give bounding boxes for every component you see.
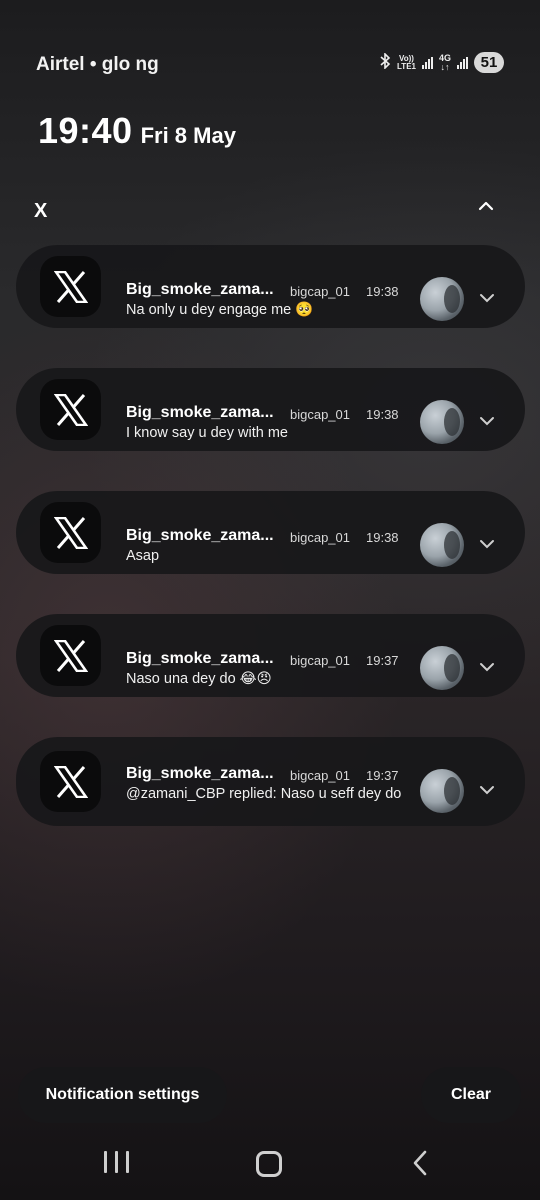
notification-card[interactable]: Big_smoke_zama... bigcap_01 19:38 Asap <box>16 491 525 574</box>
network-4g-indicator: 4G ↓↑ <box>438 52 451 72</box>
volte-indicator: Vo)) LTE1 <box>397 53 416 71</box>
avatar <box>420 769 464 813</box>
app-group-header[interactable]: X <box>34 196 496 226</box>
notification-settings-button[interactable]: Notification settings <box>18 1067 227 1123</box>
notification-message: @zamani_CBP replied: Naso u seff dey do <box>126 786 402 802</box>
x-app-icon <box>40 379 101 440</box>
bluetooth-icon <box>379 52 391 72</box>
avatar <box>420 277 464 321</box>
notification-handle: bigcap_01 <box>290 768 350 783</box>
x-app-icon <box>40 502 101 563</box>
chevron-down-icon[interactable] <box>478 660 496 678</box>
notification-handle: bigcap_01 <box>290 284 350 299</box>
notification-handle: bigcap_01 <box>290 653 350 668</box>
notification-card[interactable]: Big_smoke_zama... bigcap_01 19:38 I know… <box>16 368 525 451</box>
avatar <box>420 523 464 567</box>
recents-icon[interactable] <box>104 1151 129 1173</box>
x-app-icon <box>40 256 101 317</box>
navigation-bar <box>0 1143 540 1183</box>
notification-card[interactable]: Big_smoke_zama... bigcap_01 19:38 Na onl… <box>16 245 525 328</box>
notification-card[interactable]: Big_smoke_zama... bigcap_01 19:37 @zaman… <box>16 737 525 826</box>
notification-message: Naso una dey do 😂😠 <box>126 671 272 687</box>
clock: 19:40 Fri 8 May <box>38 110 236 152</box>
x-app-icon <box>40 625 101 686</box>
battery-icon: 51 <box>474 52 504 73</box>
notification-message: I know say u dey with me <box>126 425 288 441</box>
notification-title: Big_smoke_zama... <box>126 650 274 667</box>
status-icons: Vo)) LTE1 4G ↓↑ 51 <box>379 52 504 73</box>
notification-card[interactable]: Big_smoke_zama... bigcap_01 19:37 Naso u… <box>16 614 525 697</box>
notification-handle: bigcap_01 <box>290 407 350 422</box>
signal-icon <box>457 56 468 69</box>
status-bar: Airtel • glo ng Vo)) LTE1 4G ↓↑ 51 <box>36 52 504 82</box>
app-group-name: X <box>34 200 48 222</box>
notification-title: Big_smoke_zama... <box>126 527 274 544</box>
notification-time: 19:37 <box>366 653 399 668</box>
chevron-down-icon[interactable] <box>478 537 496 555</box>
notification-time: 19:38 <box>366 407 399 422</box>
notification-message: Asap <box>126 548 160 564</box>
carrier-label: Airtel • glo ng <box>36 54 159 75</box>
chevron-down-icon[interactable] <box>478 783 496 801</box>
notification-title: Big_smoke_zama... <box>126 281 274 298</box>
notification-handle: bigcap_01 <box>290 530 350 545</box>
notification-time: 19:37 <box>366 768 399 783</box>
clock-time: 19:40 <box>38 110 133 151</box>
chevron-down-icon[interactable] <box>478 291 496 309</box>
avatar <box>420 400 464 444</box>
avatar <box>420 646 464 690</box>
chevron-down-icon[interactable] <box>478 414 496 432</box>
notification-title: Big_smoke_zama... <box>126 404 274 421</box>
clear-button[interactable]: Clear <box>421 1067 521 1123</box>
x-app-icon <box>40 751 101 812</box>
notification-message: Na only u dey engage me 🥺 <box>126 302 314 318</box>
notification-title: Big_smoke_zama... <box>126 765 274 782</box>
home-icon[interactable] <box>256 1151 282 1177</box>
chevron-up-icon[interactable] <box>476 196 496 221</box>
notification-time: 19:38 <box>366 530 399 545</box>
signal-icon <box>421 56 433 69</box>
notification-time: 19:38 <box>366 284 399 299</box>
back-icon[interactable] <box>412 1150 428 1181</box>
clock-date: Fri 8 May <box>140 123 236 148</box>
